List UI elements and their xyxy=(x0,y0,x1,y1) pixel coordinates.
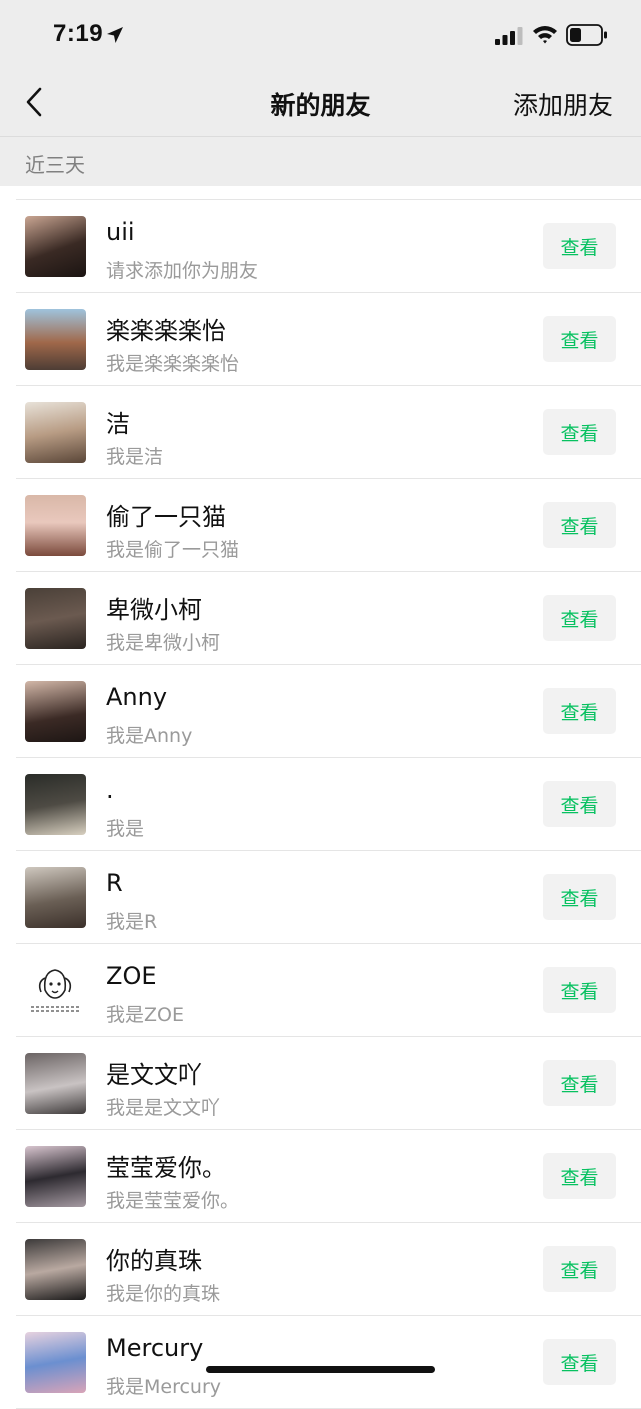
avatar[interactable] xyxy=(25,1146,86,1207)
friend-request-row[interactable]: 楽楽楽楽怡我是楽楽楽楽怡 查看 xyxy=(16,293,641,386)
wifi-icon xyxy=(533,26,557,44)
friend-request-list: uii 请求添加你为朋友 查看 楽楽楽楽怡 我是楽楽楽楽怡 查看洁我是洁 查看 偷了一只猫 我是… xyxy=(16,199,641,1409)
friend-request-row[interactable]: 洁我是洁 查看 xyxy=(16,386,641,479)
request-message: 我是Anny xyxy=(106,725,193,747)
view-button[interactable]: 查看 xyxy=(543,1246,616,1292)
request-name: 洁 xyxy=(106,410,130,438)
request-message: 我是R xyxy=(106,911,158,933)
dog-doodle-icon xyxy=(31,969,80,1012)
friend-request-row[interactable]: Mercury 我是Mercury 查看 xyxy=(16,1316,641,1409)
avatar[interactable] xyxy=(25,309,86,370)
location-arrow-icon xyxy=(107,27,123,43)
request-name: . xyxy=(106,776,114,804)
avatar[interactable] xyxy=(25,681,86,742)
avatar[interactable] xyxy=(25,216,86,277)
request-message: 我是 xyxy=(106,818,145,840)
request-message: 我是卑微小柯 xyxy=(106,632,221,654)
request-name: ZOE xyxy=(106,962,157,990)
request-message: 我是是文文吖 xyxy=(106,1097,221,1119)
avatar[interactable] xyxy=(25,402,86,463)
add-friend-button[interactable]: 添加朋友 xyxy=(513,86,613,122)
request-message: 请求添加你为朋友 xyxy=(106,260,259,282)
view-button[interactable]: 查看 xyxy=(543,595,616,641)
friend-request-row[interactable]: Anny 我是Anny 查看 xyxy=(16,665,641,758)
request-message: 我是你的真珠 xyxy=(106,1283,221,1305)
view-button[interactable]: 查看 xyxy=(543,781,616,827)
request-name: 莹莹爱你。 xyxy=(106,1154,226,1182)
view-button[interactable]: 查看 xyxy=(543,688,616,734)
view-button[interactable]: 查看 xyxy=(543,967,616,1013)
battery-icon xyxy=(566,24,607,46)
view-button[interactable]: 查看 xyxy=(543,409,616,455)
status-bar: 7:19 xyxy=(0,0,641,68)
request-name: 偷了一只猫 xyxy=(106,503,226,531)
request-message: 我是Mercury xyxy=(106,1376,222,1398)
request-name: 是文文吖 xyxy=(106,1061,202,1089)
friend-request-row[interactable]: 你的真珠我是你的真珠 查看 xyxy=(16,1223,641,1316)
request-name: uii xyxy=(106,218,135,246)
friend-request-row[interactable]: . 我是 查看 xyxy=(16,758,641,851)
request-message: 我是洁 xyxy=(106,446,164,468)
request-message: 我是偷了一只猫 xyxy=(106,539,240,561)
request-message: 我是楽楽楽楽怡 xyxy=(106,353,240,375)
avatar[interactable] xyxy=(25,960,86,1021)
view-button[interactable]: 查看 xyxy=(543,1153,616,1199)
view-button[interactable]: 查看 xyxy=(543,316,616,362)
request-name: Mercury xyxy=(106,1334,204,1362)
friend-request-row[interactable]: uii 请求添加你为朋友 查看 xyxy=(16,200,641,293)
avatar[interactable] xyxy=(25,774,86,835)
avatar[interactable] xyxy=(25,1053,86,1114)
avatar[interactable] xyxy=(25,1332,86,1393)
home-indicator xyxy=(206,1366,435,1373)
view-button[interactable]: 查看 xyxy=(543,1060,616,1106)
request-message: 我是莹莹爱你。 xyxy=(106,1190,240,1212)
friend-request-row[interactable]: 是文文吖我是是文文吖 查看 xyxy=(16,1037,641,1130)
navigation-bar: 新的朋友 添加朋友 xyxy=(0,68,641,137)
avatar[interactable] xyxy=(25,1239,86,1300)
view-button[interactable]: 查看 xyxy=(543,502,616,548)
request-name: 楽楽楽楽怡 xyxy=(106,317,226,345)
view-button[interactable]: 查看 xyxy=(543,874,616,920)
request-name: 你的真珠 xyxy=(106,1247,202,1275)
avatar[interactable] xyxy=(25,495,86,556)
cellular-signal-icon xyxy=(495,27,523,45)
friend-request-row[interactable]: 偷了一只猫我是偷了一只猫 查看 xyxy=(16,479,641,572)
request-name: R xyxy=(106,869,123,897)
section-label: 近三天 xyxy=(25,153,85,177)
request-name: 卑微小柯 xyxy=(106,596,202,624)
avatar[interactable] xyxy=(25,867,86,928)
friend-request-row[interactable]: ZOE 我是ZOE 查看 xyxy=(16,944,641,1037)
request-name: Anny xyxy=(106,683,168,711)
friend-request-row[interactable]: 卑微小柯我是卑微小柯 查看 xyxy=(16,572,641,665)
view-button[interactable]: 查看 xyxy=(543,223,616,269)
section-header: 近三天 xyxy=(0,137,641,186)
request-message: 我是ZOE xyxy=(106,1004,184,1026)
status-time: 7:19 xyxy=(53,20,104,47)
avatar[interactable] xyxy=(25,588,86,649)
friend-request-row[interactable]: 莹莹爱你。我是莹莹爱你。 查看 xyxy=(16,1130,641,1223)
friend-request-row[interactable]: R 我是R 查看 xyxy=(16,851,641,944)
view-button[interactable]: 查看 xyxy=(543,1339,616,1385)
